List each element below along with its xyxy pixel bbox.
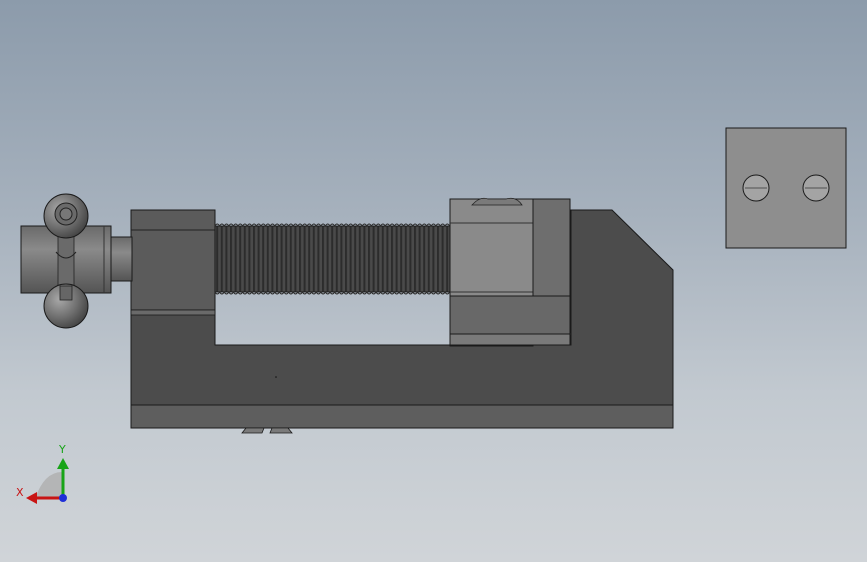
handle-bar-neck <box>59 285 73 301</box>
triad-y-arrow-icon <box>57 458 69 469</box>
vise-base-plate[interactable] <box>130 404 674 429</box>
fixed-end-block-lip <box>130 309 216 316</box>
graphics-viewport[interactable]: X Y <box>0 0 867 562</box>
handle-ball-socket-inner <box>59 207 73 221</box>
triad-y-label: Y <box>59 443 66 456</box>
triad-x-label: X <box>16 486 24 499</box>
vise-model-view[interactable] <box>0 0 867 562</box>
handle-collar[interactable] <box>109 236 133 282</box>
base-foot <box>241 427 265 434</box>
triad-plane-icon <box>35 472 62 499</box>
triad-z-axis <box>59 494 67 502</box>
jaw-upright-face <box>532 198 571 297</box>
jaw-screw-head <box>471 197 523 206</box>
base-foot <box>269 427 293 434</box>
lead-screw-thread[interactable] <box>214 225 452 293</box>
fixed-end-block[interactable] <box>130 209 216 311</box>
orientation-triad[interactable] <box>26 458 69 504</box>
body-mark <box>275 376 277 378</box>
jaw-slide <box>449 333 571 346</box>
triad-x-arrow-icon <box>26 492 37 504</box>
